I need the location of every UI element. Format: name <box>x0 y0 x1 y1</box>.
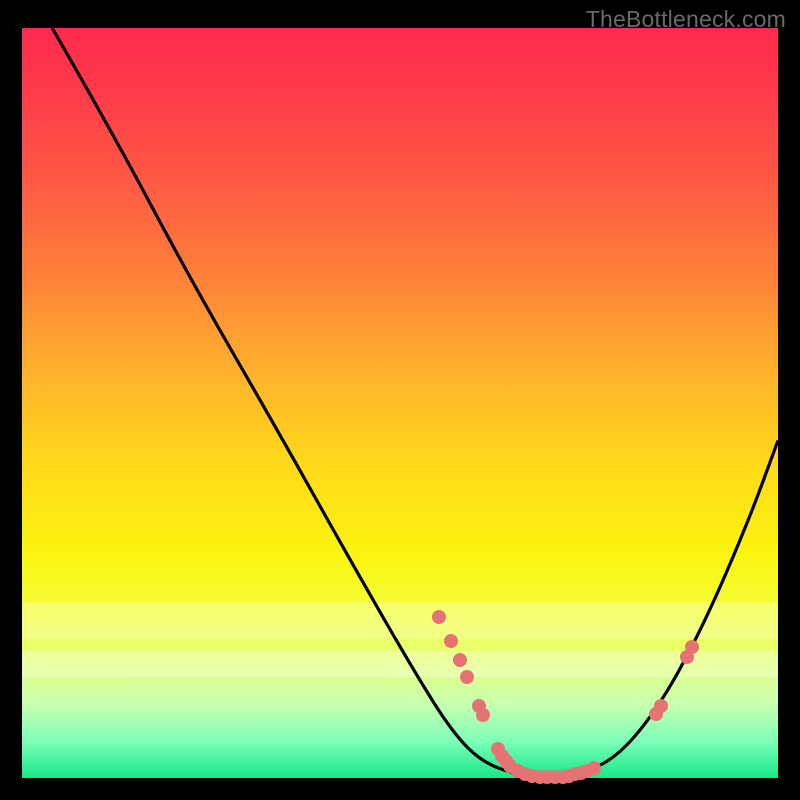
data-point <box>432 610 446 624</box>
curve-line <box>52 28 778 776</box>
data-point <box>460 670 474 684</box>
plot-area <box>22 28 778 778</box>
attribution-text: TheBottleneck.com <box>586 6 786 33</box>
bottleneck-curve <box>22 28 778 778</box>
data-point <box>685 640 699 654</box>
chart-frame: TheBottleneck.com <box>0 0 800 800</box>
data-point <box>587 761 601 775</box>
data-point <box>654 699 668 713</box>
